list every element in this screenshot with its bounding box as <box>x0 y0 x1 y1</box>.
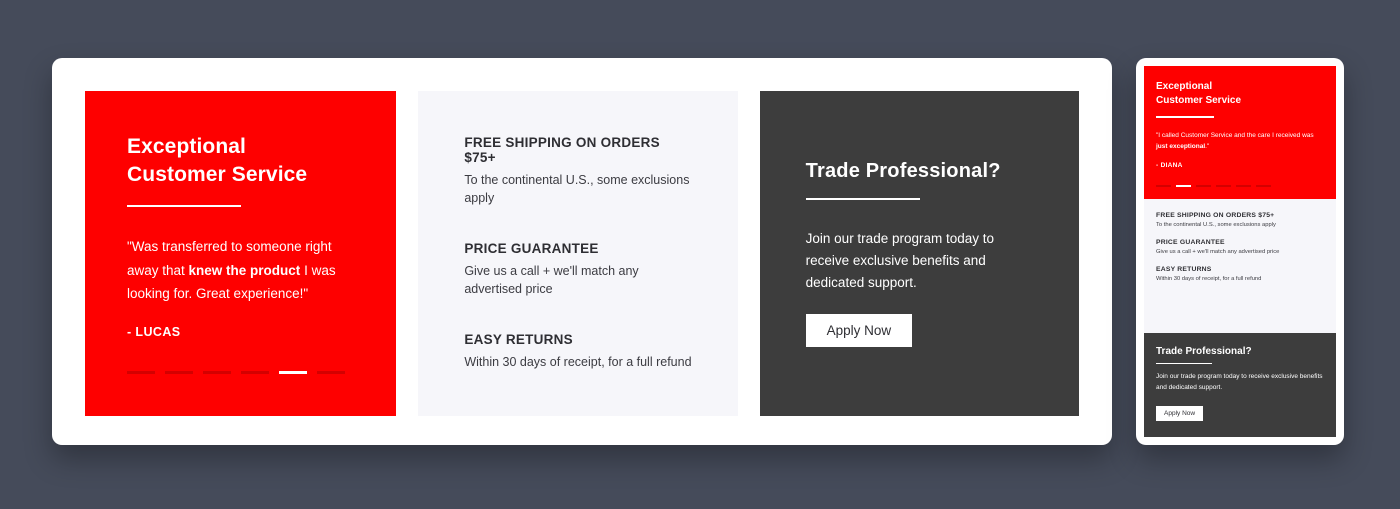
mobile-benefit-item: EASY RETURNS Within 30 days of receipt, f… <box>1156 266 1324 284</box>
testimonial-title: Exceptional Customer Service <box>127 133 354 188</box>
desktop-panel-row: Exceptional Customer Service "Was transf… <box>85 91 1079 416</box>
benefits-panel: FREE SHIPPING ON ORDERS $75+ To the conti… <box>418 91 738 416</box>
carousel-dot[interactable] <box>317 371 345 375</box>
testimonial-author: - LUCAS <box>127 325 181 340</box>
trade-program-panel: Trade Professional? Join our trade progr… <box>759 91 1079 416</box>
mobile-benefit-item: FREE SHIPPING ON ORDERS $75+ To the conti… <box>1156 212 1324 230</box>
mobile-benefit-item: PRICE GUARANTEE Give us a call + we'll ma… <box>1156 239 1324 257</box>
mobile-testimonial-title-line-2: Customer Service <box>1156 95 1242 106</box>
apply-now-button[interactable]: Apply Now <box>805 313 913 347</box>
mobile-benefit-subtitle: To the continental U.S., some exclusions… <box>1156 222 1276 229</box>
mobile-benefit-title: EASY RETURNS <box>1156 265 1212 273</box>
benefit-item: PRICE GUARANTEE Give us a call + we'll ma… <box>464 241 691 298</box>
mobile-carousel-dot[interactable] <box>1216 185 1231 188</box>
testimonial-title-line-2: Customer Service <box>127 162 308 186</box>
benefit-subtitle: To the continental U.S., some exclusions… <box>464 173 690 205</box>
mobile-carousel-dot[interactable] <box>1236 185 1251 188</box>
mobile-testimonial-divider <box>1156 116 1214 118</box>
mobile-trade-title: Trade Professional? <box>1156 345 1252 357</box>
carousel-dot[interactable] <box>241 371 269 375</box>
desktop-mockup-card: Exceptional Customer Service "Was transf… <box>52 58 1112 445</box>
mobile-trade-program-panel: Trade Professional? Join our trade progr… <box>1144 332 1336 437</box>
mobile-carousel-dot-active[interactable] <box>1176 185 1191 188</box>
mobile-testimonial-author: - DIANA <box>1156 162 1183 170</box>
trade-description: Join our trade program today to receive … <box>805 231 995 290</box>
mobile-carousel-dot[interactable] <box>1256 185 1271 188</box>
mobile-testimonial-carousel-dots[interactable] <box>1156 185 1324 188</box>
mobile-trade-description: Join our trade program today to receive … <box>1156 373 1323 391</box>
mobile-testimonial-title: Exceptional Customer Service <box>1156 80 1324 108</box>
benefit-title: PRICE GUARANTEE <box>464 241 599 257</box>
mobile-quote-text-before: "I called Customer Service and the care … <box>1156 131 1314 139</box>
mobile-benefit-subtitle: Give us a call + we'll match any adverti… <box>1156 249 1280 256</box>
benefit-title: FREE SHIPPING ON ORDERS $75+ <box>464 135 660 166</box>
testimonial-divider <box>127 205 241 208</box>
trade-divider <box>805 198 920 201</box>
mobile-testimonial-panel: Exceptional Customer Service "I called C… <box>1144 66 1336 200</box>
mobile-trade-divider <box>1156 362 1212 365</box>
benefit-title: EASY RETURNS <box>464 332 573 348</box>
testimonial-panel: Exceptional Customer Service "Was transf… <box>85 91 397 416</box>
mobile-apply-now-button[interactable]: Apply Now <box>1156 406 1204 421</box>
benefit-subtitle: Give us a call + we'll match any adverti… <box>464 264 639 296</box>
testimonial-title-line-1: Exceptional <box>127 134 246 158</box>
mobile-carousel-dot[interactable] <box>1196 185 1211 188</box>
benefit-item: EASY RETURNS Within 30 days of receipt, f… <box>464 332 691 372</box>
testimonial-carousel-dots[interactable] <box>127 371 354 375</box>
mobile-benefit-title: FREE SHIPPING ON ORDERS $75+ <box>1156 212 1275 220</box>
carousel-dot[interactable] <box>203 371 231 375</box>
carousel-dot[interactable] <box>127 371 155 375</box>
mobile-benefit-subtitle: Within 30 days of receipt, for a full re… <box>1156 275 1262 282</box>
mobile-benefit-title: PRICE GUARANTEE <box>1156 239 1225 247</box>
benefit-item: FREE SHIPPING ON ORDERS $75+ To the conti… <box>464 135 691 207</box>
trade-title: Trade Professional? <box>805 160 1001 183</box>
carousel-dot[interactable] <box>165 371 193 375</box>
testimonial-quote: "Was transferred to someone right away t… <box>127 235 354 305</box>
mobile-mockup-card: Exceptional Customer Service "I called C… <box>1136 58 1344 445</box>
mobile-carousel-dot[interactable] <box>1156 185 1171 188</box>
quote-text-emphasis: knew the product <box>188 262 301 278</box>
mobile-testimonial-quote: "I called Customer Service and the care … <box>1156 130 1324 153</box>
carousel-dot-active[interactable] <box>279 371 307 375</box>
mobile-quote-text-after: ." <box>1205 142 1210 150</box>
mobile-quote-text-emphasis: just exceptional <box>1156 142 1206 150</box>
benefit-subtitle: Within 30 days of receipt, for a full re… <box>464 355 692 370</box>
mobile-benefits-panel: FREE SHIPPING ON ORDERS $75+ To the conti… <box>1144 199 1336 333</box>
mobile-testimonial-title-line-1: Exceptional <box>1156 81 1213 92</box>
